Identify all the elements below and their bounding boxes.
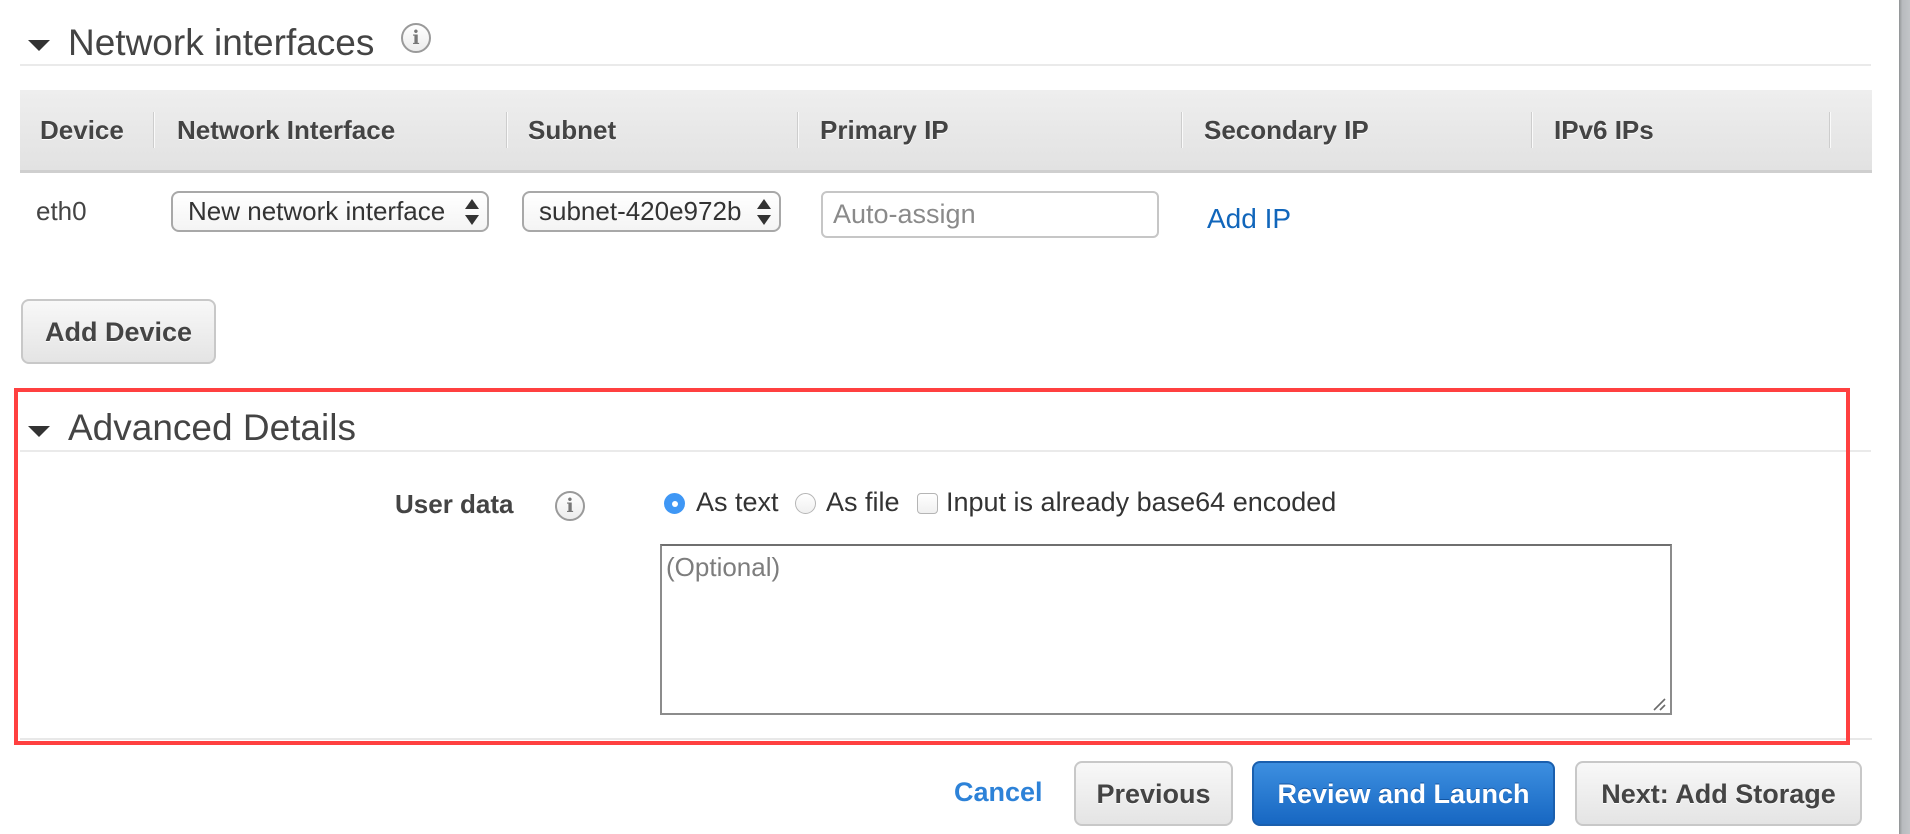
- column-header-ipv6-ips: IPv6 IPs: [1554, 115, 1654, 145]
- select-arrows-icon: [465, 199, 479, 225]
- column-divider: [797, 112, 799, 148]
- subnet-select[interactable]: subnet-420e972b: [522, 191, 781, 232]
- previous-button[interactable]: Previous: [1074, 761, 1233, 826]
- cancel-link[interactable]: Cancel: [954, 777, 1043, 808]
- scrollbar[interactable]: [1899, 0, 1910, 834]
- add-ip-link[interactable]: Add IP: [1207, 203, 1291, 235]
- info-icon[interactable]: i: [401, 23, 431, 53]
- user-data-textarea[interactable]: [660, 544, 1672, 715]
- add-device-button[interactable]: Add Device: [21, 299, 216, 364]
- as-text-radio[interactable]: [664, 493, 685, 514]
- section-title-advanced-details: Advanced Details: [68, 407, 356, 448]
- as-file-label[interactable]: As file: [826, 487, 900, 518]
- column-divider: [1829, 112, 1831, 148]
- as-text-label[interactable]: As text: [696, 487, 779, 518]
- resize-grip-icon[interactable]: [1652, 697, 1666, 711]
- column-header-primary-ip: Primary IP: [820, 115, 949, 145]
- network-interface-select[interactable]: New network interface: [171, 191, 489, 232]
- device-cell: eth0: [36, 196, 87, 226]
- section-title-network-interfaces: Network interfaces: [68, 22, 375, 63]
- subnet-select-value: subnet-420e972b: [539, 196, 742, 226]
- next-add-storage-button[interactable]: Next: Add Storage: [1575, 761, 1862, 826]
- column-divider: [153, 112, 155, 148]
- caret-down-icon[interactable]: [28, 40, 50, 51]
- caret-down-icon[interactable]: [28, 426, 50, 437]
- review-and-launch-button[interactable]: Review and Launch: [1252, 761, 1555, 826]
- network-interfaces-header[interactable]: Network interfaces: [20, 20, 1871, 66]
- column-divider: [1531, 112, 1533, 148]
- column-header-secondary-ip: Secondary IP: [1204, 115, 1369, 145]
- as-file-radio[interactable]: [795, 493, 816, 514]
- base64-encoded-checkbox[interactable]: [917, 493, 938, 514]
- user-data-label: User data: [395, 489, 514, 519]
- info-icon[interactable]: i: [555, 491, 585, 521]
- column-header-subnet: Subnet: [528, 115, 617, 145]
- network-interface-select-value: New network interface: [188, 196, 446, 226]
- column-divider: [1181, 112, 1183, 148]
- network-interfaces-table-header: Device Network Interface Subnet Primary …: [20, 90, 1872, 173]
- select-arrows-icon: [757, 199, 771, 225]
- column-header-network-interface: Network Interface: [177, 115, 396, 145]
- column-divider: [506, 112, 508, 148]
- advanced-details-header[interactable]: Advanced Details: [20, 406, 1871, 452]
- section-divider: [20, 738, 1872, 740]
- primary-ip-input[interactable]: [821, 191, 1159, 238]
- base64-encoded-label[interactable]: Input is already base64 encoded: [946, 487, 1336, 518]
- column-header-device: Device: [40, 115, 124, 145]
